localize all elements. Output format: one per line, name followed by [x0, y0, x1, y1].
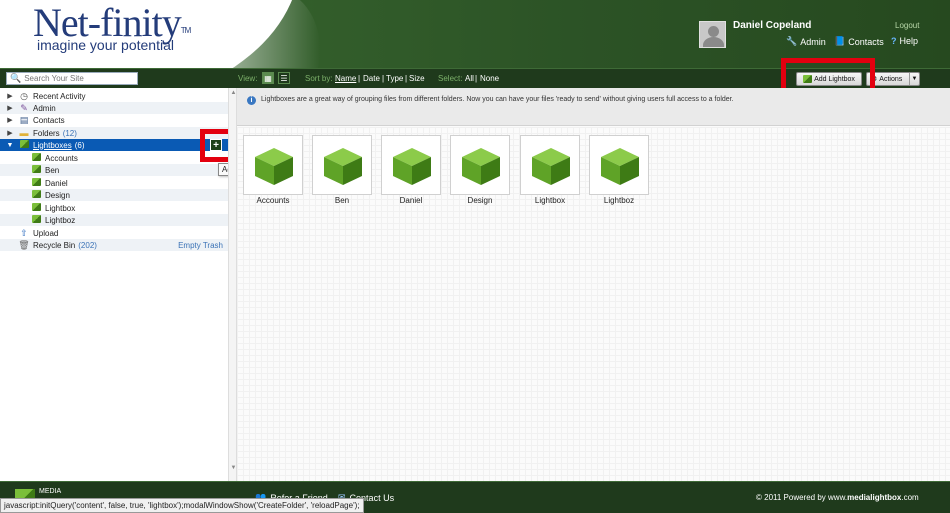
browser-status-bar: javascript:initQuery('content', false, t…: [0, 498, 364, 513]
lightbox-icon: [30, 190, 42, 200]
lightbox-tile-label[interactable]: Lightbox: [520, 196, 580, 205]
lightbox-cube-icon: [530, 146, 572, 186]
lightbox-tile-label[interactable]: Accounts: [243, 196, 303, 205]
lightbox-icon: [30, 203, 42, 213]
expand-icon[interactable]: ▶: [6, 104, 14, 112]
user-name: Daniel Copeland: [733, 20, 812, 31]
select-none[interactable]: None: [480, 74, 499, 83]
sort-name[interactable]: Name: [335, 74, 356, 83]
trash-icon: 🗑: [18, 239, 30, 250]
lightbox-icon: [30, 165, 42, 175]
lightbox-cube-icon: [460, 146, 502, 186]
contacts-icon: 📘: [834, 36, 846, 46]
sidebar-item-lightbox[interactable]: Lightbox: [0, 202, 228, 214]
sidebar-item-folders[interactable]: ▶ ▬ Folders (12): [0, 127, 228, 139]
brand-tagline: imagine your potential: [37, 37, 174, 53]
help-icon: ?: [891, 36, 897, 46]
search-icon: 🔍: [10, 73, 22, 83]
contacts-icon: ▤: [19, 114, 29, 125]
sidebar-item-daniel[interactable]: Daniel: [0, 177, 228, 189]
lightbox-tile[interactable]: [381, 135, 441, 195]
select-label: Select:: [438, 74, 463, 83]
lightbox-tile[interactable]: [589, 135, 649, 195]
sidebar-item-upload[interactable]: ⇧ Upload: [0, 227, 228, 239]
list-view-button[interactable]: ☰: [278, 72, 290, 84]
expand-icon[interactable]: ▶: [6, 129, 14, 137]
grid-view-button[interactable]: ▦: [262, 72, 274, 84]
search-box[interactable]: 🔍: [6, 72, 138, 85]
lightbox-tile-label[interactable]: Daniel: [381, 196, 441, 205]
sidebar-item-admin[interactable]: ▶ ✎ Admin: [0, 102, 228, 114]
lightbox-tile-label[interactable]: Design: [450, 196, 510, 205]
lightbox-tile[interactable]: [312, 135, 372, 195]
sort-type[interactable]: Type: [386, 74, 403, 83]
lightbox-tile-label[interactable]: Ben: [312, 196, 372, 205]
lightbox-cube-icon: [391, 146, 433, 186]
admin-link[interactable]: 🔧 Admin: [786, 36, 826, 47]
folder-icon: ▬: [19, 128, 29, 138]
recent-activity-icon: ◷: [20, 90, 28, 101]
sidebar-item-accounts[interactable]: Accounts: [0, 152, 228, 164]
lightbox-icon: [30, 178, 42, 188]
search-input[interactable]: [24, 74, 135, 83]
avatar[interactable]: [699, 21, 726, 48]
expand-icon[interactable]: ▶: [6, 92, 14, 100]
info-icon: i: [247, 96, 256, 105]
collapse-icon[interactable]: ▼: [6, 142, 14, 149]
sort-label: Sort by:: [305, 74, 333, 83]
lightbox-cube-icon: [253, 146, 295, 186]
view-label: View:: [238, 74, 258, 83]
sidebar-item-lightboxes[interactable]: ▼ Lightboxes (6): [0, 139, 228, 151]
scroll-down-icon[interactable]: ▼: [230, 465, 237, 471]
copyright: © 2011 Powered by www.medialightbox.com: [756, 493, 919, 502]
select-all[interactable]: All: [465, 74, 474, 83]
help-link[interactable]: ? Help: [891, 36, 918, 46]
info-text: Lightboxes are a great way of grouping f…: [261, 96, 734, 103]
contacts-link[interactable]: 📘 Contacts: [834, 36, 884, 47]
lightbox-icon: [30, 153, 42, 163]
sidebar: ▶ ◷ Recent Activity ▶ ✎ Admin ▶ ▤ Contac…: [0, 88, 228, 481]
list-icon: ☰: [280, 73, 288, 83]
upload-icon: ⇧: [20, 227, 28, 238]
sidebar-item-contacts[interactable]: ▶ ▤ Contacts: [0, 114, 228, 126]
expand-icon[interactable]: ▶: [6, 116, 14, 124]
trademark: TM: [180, 26, 192, 35]
sort-size[interactable]: Size: [409, 74, 425, 83]
sidebar-item-ben[interactable]: Ben: [0, 164, 228, 176]
sidebar-scrollbar[interactable]: ▲ ▼: [228, 88, 237, 481]
lightbox-icon: [30, 215, 42, 225]
lightbox-cube-icon: [322, 146, 364, 186]
footer-logo-text: MEDIA: [39, 488, 62, 495]
wrench-icon: 🔧: [786, 36, 798, 46]
lightbox-tile[interactable]: [520, 135, 580, 195]
lightbox-tile[interactable]: [243, 135, 303, 195]
sort-date[interactable]: Date: [363, 74, 380, 83]
info-bar: i Lightboxes are a great way of grouping…: [237, 88, 950, 126]
sidebar-item-design[interactable]: Design: [0, 189, 228, 201]
lightbox-tile[interactable]: [450, 135, 510, 195]
sidebar-item-recycle-bin[interactable]: 🗑 Recycle Bin (202) Empty Trash: [0, 239, 228, 251]
wrench-icon: ✎: [20, 102, 28, 113]
lightbox-cube-icon: [599, 146, 641, 186]
lightbox-tile-label[interactable]: Lightboz: [589, 196, 649, 205]
logout-link[interactable]: Logout: [895, 21, 919, 30]
grid-icon: ▦: [264, 73, 272, 83]
sidebar-item-recent-activity[interactable]: ▶ ◷ Recent Activity: [0, 90, 228, 102]
chevron-down-icon[interactable]: ▼: [909, 73, 919, 85]
empty-trash-link[interactable]: Empty Trash: [178, 241, 223, 250]
sidebar-item-lightboz[interactable]: Lightboz: [0, 214, 228, 226]
scroll-up-icon[interactable]: ▲: [230, 90, 237, 96]
lightbox-icon: [18, 140, 30, 150]
